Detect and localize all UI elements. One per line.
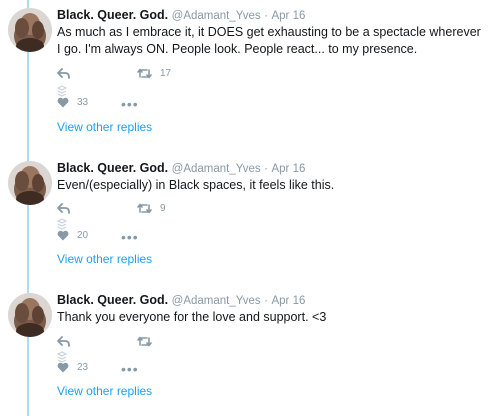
display-name[interactable]: Black. Queer. God.	[57, 161, 168, 175]
retweet-button[interactable]: 9	[137, 203, 166, 214]
heart-icon	[57, 362, 69, 373]
more-options-button[interactable]: •••	[121, 230, 139, 244]
separator: ·	[264, 295, 268, 307]
heart-icon	[57, 97, 69, 108]
retweet-count: 9	[160, 203, 166, 214]
like-count: 23	[77, 362, 89, 373]
avatar[interactable]	[8, 161, 52, 205]
tweet-text: As much as I embrace it, it DOES get exh…	[57, 25, 481, 56]
user-handle[interactable]: @Adamant_Yves	[172, 10, 261, 22]
tweet: Black. Queer. God. @Adamant_Yves · Apr 1…	[0, 161, 500, 271]
separator: ·	[264, 10, 268, 22]
avatar[interactable]	[8, 293, 52, 337]
retweet-icon	[137, 203, 152, 214]
reply-icon	[57, 68, 70, 79]
like-button[interactable]: 33	[57, 97, 88, 108]
retweet-count: 17	[160, 68, 172, 79]
display-name[interactable]: Black. Queer. God.	[57, 293, 168, 307]
tweet-text: Thank you everyone for the love and supp…	[57, 310, 327, 324]
retweet-icon	[137, 68, 152, 79]
timestamp[interactable]: Apr 16	[271, 163, 305, 175]
retweet-button[interactable]: 17	[137, 68, 171, 79]
like-button[interactable]: 20	[57, 230, 88, 241]
reply-icon	[57, 336, 70, 347]
timestamp[interactable]: Apr 16	[271, 295, 305, 307]
tweet-text: Even/(especially) in Black spaces, it fe…	[57, 178, 335, 192]
avatar[interactable]	[8, 8, 52, 52]
tweet-header: Black. Queer. God. @Adamant_Yves · Apr 1…	[57, 161, 305, 177]
view-other-replies-link[interactable]: View other replies	[57, 252, 152, 266]
view-other-replies-link[interactable]: View other replies	[57, 384, 152, 398]
heart-icon	[57, 230, 69, 241]
separator: ·	[264, 163, 268, 175]
reply-button[interactable]	[57, 336, 70, 347]
like-count: 20	[77, 230, 89, 241]
user-handle[interactable]: @Adamant_Yves	[172, 163, 261, 175]
timestamp[interactable]: Apr 16	[271, 10, 305, 22]
reply-icon	[57, 203, 70, 214]
retweet-icon	[137, 336, 152, 347]
user-handle[interactable]: @Adamant_Yves	[172, 295, 261, 307]
view-other-replies-link[interactable]: View other replies	[57, 120, 152, 134]
reply-button[interactable]	[57, 68, 70, 79]
tweet-header: Black. Queer. God. @Adamant_Yves · Apr 1…	[57, 8, 305, 24]
tweet: Black. Queer. God. @Adamant_Yves · Apr 1…	[0, 8, 500, 138]
tweet: Black. Queer. God. @Adamant_Yves · Apr 1…	[0, 293, 500, 408]
reply-button[interactable]	[57, 203, 70, 214]
tweet-header: Black. Queer. God. @Adamant_Yves · Apr 1…	[57, 293, 305, 309]
more-options-button[interactable]: •••	[121, 97, 139, 111]
display-name[interactable]: Black. Queer. God.	[57, 8, 168, 22]
retweet-button[interactable]	[137, 336, 160, 347]
more-options-button[interactable]: •••	[121, 362, 139, 376]
like-button[interactable]: 23	[57, 362, 88, 373]
like-count: 33	[77, 97, 89, 108]
